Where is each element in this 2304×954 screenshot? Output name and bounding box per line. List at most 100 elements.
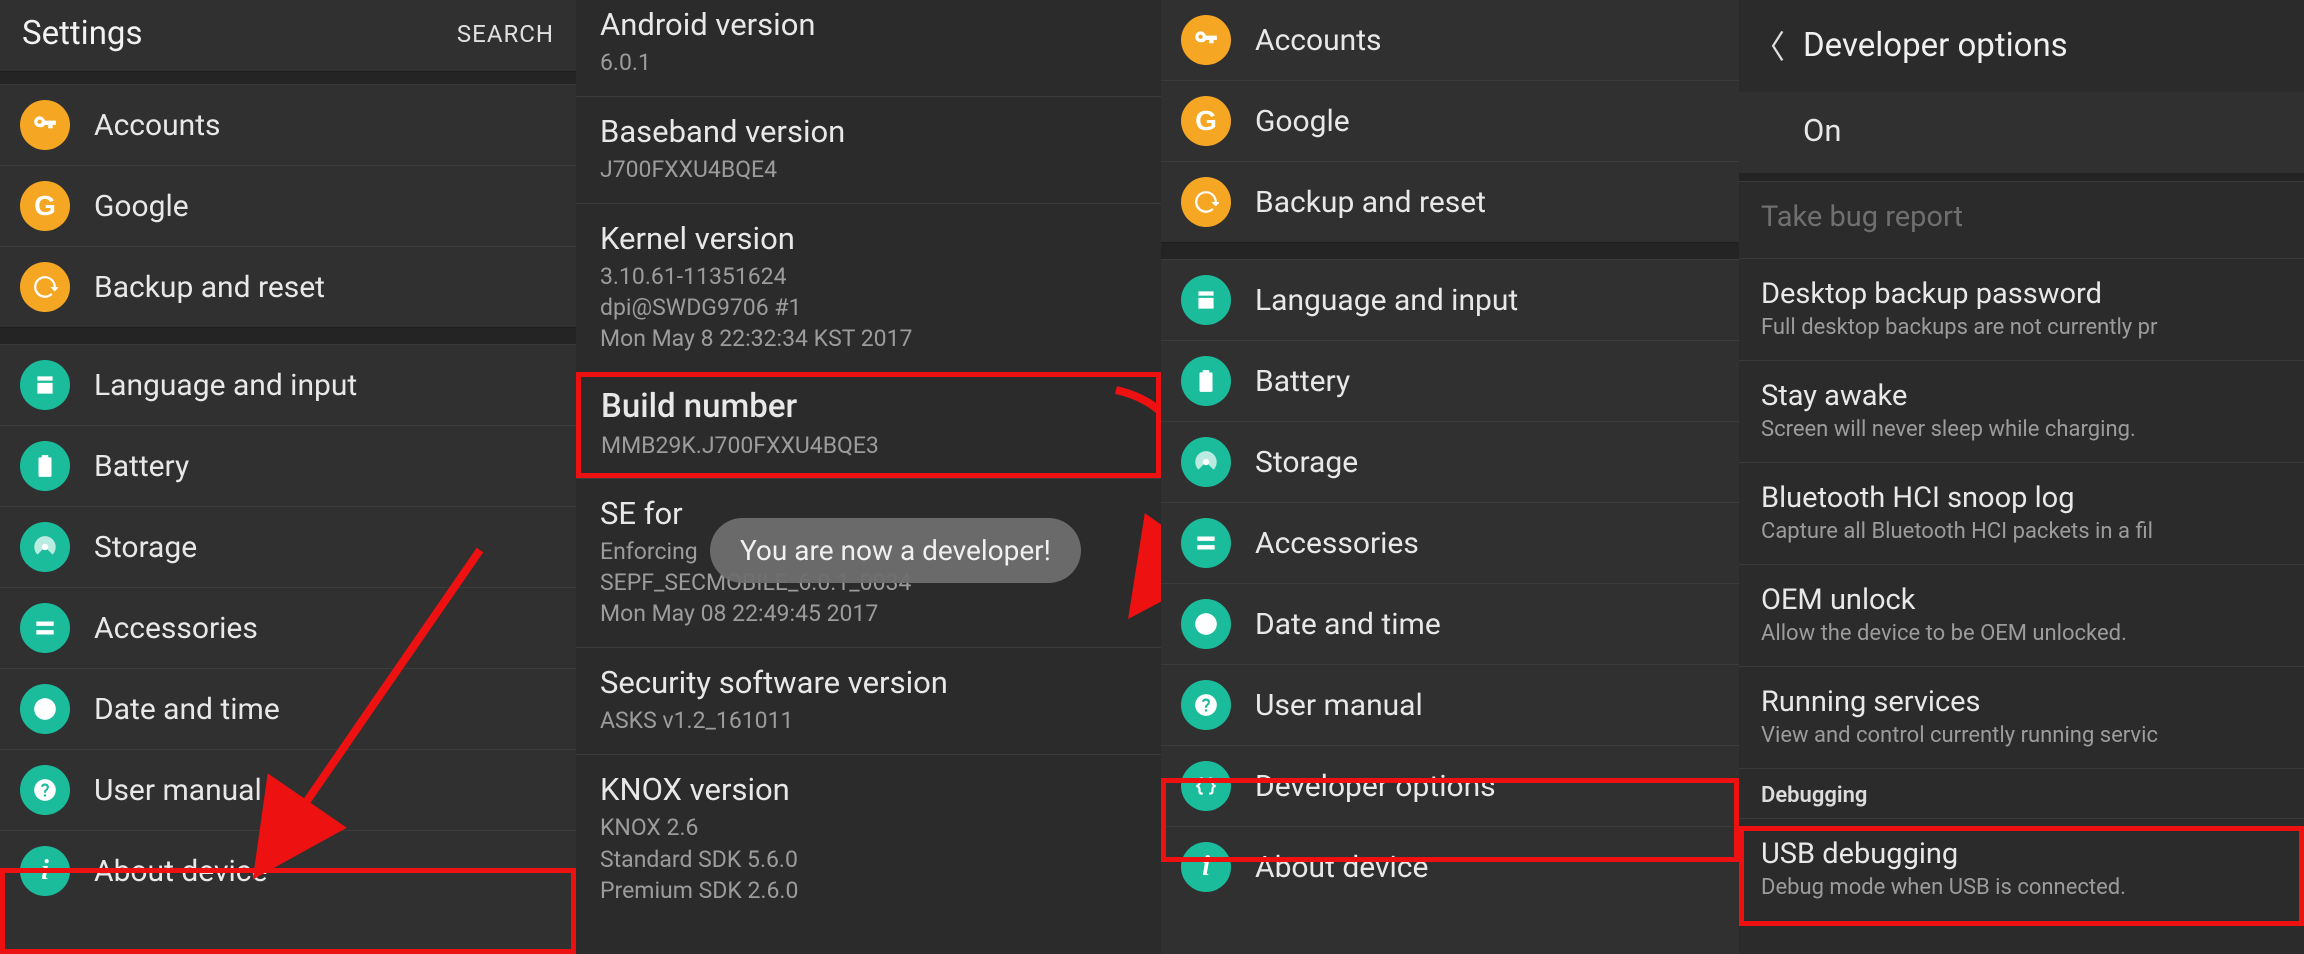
settings-row-accounts[interactable]: Accounts [1161,0,1739,80]
accessories-icon [1181,518,1231,568]
row-label: Accessories [1255,526,1419,561]
settings-row-google[interactable]: G Google [0,165,576,246]
settings-row-battery[interactable]: Battery [1161,340,1739,421]
row-label: User manual [94,773,262,808]
row-label: About device [94,854,267,889]
dev-item-title: Take bug report [1761,200,2282,234]
info-security-software-version[interactable]: Security software versionASKS v1.2_16101… [576,647,1161,754]
key-icon [20,100,70,150]
accessories-icon [20,603,70,653]
dev-master-toggle[interactable]: On [1739,92,2304,173]
settings-row-date-and-time[interactable]: Date and time [1161,583,1739,664]
about-device-panel: Android version6.0.1 Baseband version J700… [576,0,1161,954]
settings-row-about-device[interactable]: iAbout device [1161,826,1739,907]
dev-header: 〈 Developer options [1739,0,2304,92]
settings-row-developer-options[interactable]: Developer options [1161,745,1739,826]
info-build-number[interactable]: Build number MMB29K.J700FXXU4BQE3 [576,372,1161,478]
info-sub: 3.10.61-11351624 dpi@SWDG9706 #1 Mon May… [600,261,1137,354]
settings-row-accounts[interactable]: Accounts [0,85,576,165]
dev-item-title: OEM unlock [1761,583,2282,617]
row-label: Battery [1255,364,1350,399]
info-kernel-version[interactable]: Kernel version 3.10.61-11351624 dpi@SWDG9… [576,203,1161,372]
row-label: Google [94,189,189,224]
info-knox-version[interactable]: KNOX version KNOX 2.6 Standard SDK 5.6.0 … [576,754,1161,923]
row-label: Language and input [94,368,357,403]
dev-item-title: Stay awake [1761,379,2282,413]
usb-debugging-item[interactable]: USB debugging Debug mode when USB is con… [1739,818,2304,920]
row-label: Accounts [1255,23,1382,58]
settings-panel-after: Accounts GGoogle Backup and reset Language… [1161,0,1739,954]
developer-toast: You are now a developer! [710,518,1081,583]
dev-item-sub: Full desktop backups are not currently p… [1761,315,2282,340]
settings-row-date-and-time[interactable]: Date and time [0,668,576,749]
dev-title: Developer options [1803,26,2068,65]
settings-row-backup-and-reset[interactable]: Backup and reset [1161,161,1739,242]
info-icon: i [20,846,70,896]
clock-icon [1181,599,1231,649]
settings-row-about-device[interactable]: i About device [0,830,576,911]
battery-icon [20,441,70,491]
dev-item-sub: Screen will never sleep while charging. [1761,417,2282,442]
clock-icon [20,684,70,734]
info-sub: MMB29K.J700FXXU4BQE3 [601,430,1136,461]
info-sub: J700FXXU4BQE4 [600,154,1137,185]
google-icon: G [1181,96,1231,146]
back-icon[interactable]: 〈 [1749,22,1789,68]
info-title: Baseband version [600,113,1137,150]
storage-icon [1181,437,1231,487]
row-label: Storage [1255,445,1358,480]
info-sub: 6.0.1 [600,47,1137,78]
section-divider [1161,242,1739,260]
info-title: Security software version [600,664,1137,701]
dev-item-sub: View and control currently running servi… [1761,723,2282,748]
settings-row-accessories[interactable]: Accessories [0,587,576,668]
row-label: Accounts [94,108,221,143]
braces-icon [1181,761,1231,811]
row-label: Language and input [1255,283,1518,318]
row-label: Date and time [1255,607,1441,642]
settings-row-storage[interactable]: Storage [1161,421,1739,502]
row-label: Backup and reset [1255,185,1486,220]
settings-row-accessories[interactable]: Accessories [1161,502,1739,583]
dev-item-stay-awake[interactable]: Stay awake Screen will never sleep while … [1739,360,2304,462]
info-title: KNOX version [600,771,1137,808]
settings-row-storage[interactable]: Storage [0,506,576,587]
settings-row-user-manual[interactable]: User manual [0,749,576,830]
key-icon [1181,15,1231,65]
dev-item-running-services[interactable]: Running services View and control current… [1739,666,2304,768]
info-icon: i [1181,842,1231,892]
debugging-section-header: Debugging [1739,768,2304,818]
settings-row-battery[interactable]: Battery [0,425,576,506]
dev-item-take-bug-report[interactable]: Take bug report [1739,181,2304,258]
info-sub: KNOX 2.6 Standard SDK 5.6.0 Premium SDK … [600,812,1137,905]
storage-icon [20,522,70,572]
info-baseband-version[interactable]: Baseband version J700FXXU4BQE4 [576,96,1161,203]
settings-row-backup-and-reset[interactable]: Backup and reset [0,246,576,327]
backup-icon [1181,177,1231,227]
info-title: Build number [601,387,1136,426]
settings-row-google[interactable]: GGoogle [1161,80,1739,161]
backup-icon [20,262,70,312]
dev-item-bluetooth-hci-snoop-log[interactable]: Bluetooth HCI snoop logCapture all Bluet… [1739,462,2304,564]
dev-item-title: Running services [1761,685,2282,719]
google-icon: G [20,181,70,231]
info-android-version[interactable]: Android version6.0.1 [576,0,1161,96]
dev-item-title: Desktop backup password [1761,277,2282,311]
info-title: Kernel version [600,220,1137,257]
dev-item-oem-unlock[interactable]: OEM unlock Allow the device to be OEM unl… [1739,564,2304,666]
help-icon [20,765,70,815]
help-icon [1181,680,1231,730]
dev-item-title: Bluetooth HCI snoop log [1761,481,2282,515]
dev-item-sub: Allow the device to be OEM unlocked. [1761,621,2282,646]
developer-options-panel: 〈 Developer options On Take bug report De… [1739,0,2304,954]
search-button[interactable]: SEARCH [457,20,554,48]
language-icon [1181,275,1231,325]
usb-debugging-title: USB debugging [1761,837,2282,871]
row-label: Storage [94,530,197,565]
settings-row-language-and-input[interactable]: Language and input [1161,260,1739,340]
dev-item-desktop-backup-password[interactable]: Desktop backup password Full desktop back… [1739,258,2304,360]
settings-row-user-manual[interactable]: User manual [1161,664,1739,745]
settings-row-language-and-input[interactable]: Language and input [0,345,576,425]
section-divider [0,71,576,85]
row-label: Accessories [94,611,258,646]
